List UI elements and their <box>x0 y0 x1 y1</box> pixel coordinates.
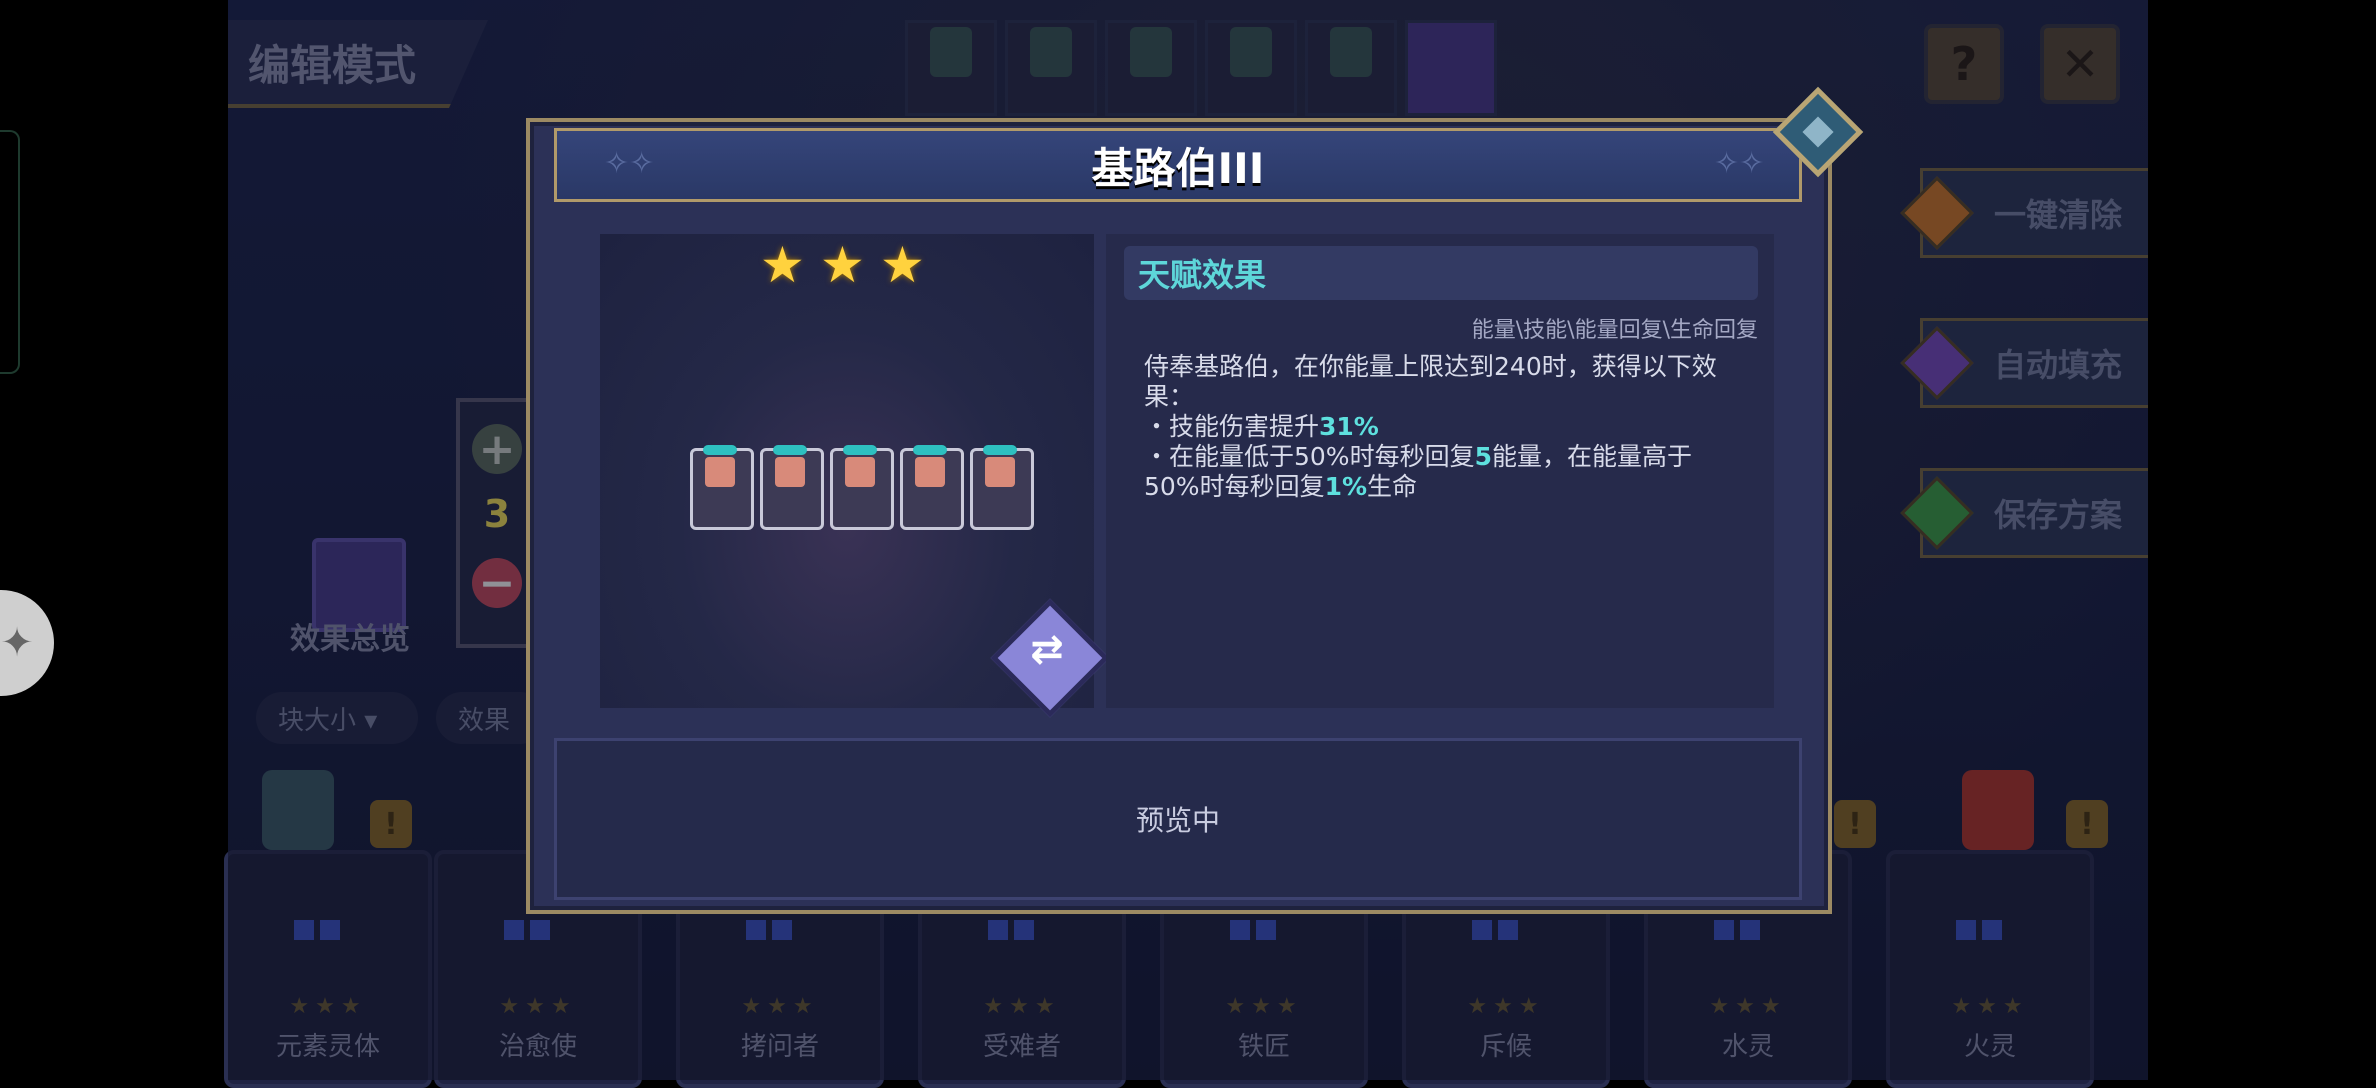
hero-portrait <box>690 445 754 530</box>
modal-title: 基路伯III <box>1091 143 1265 193</box>
bullet-text: ・技能伤害提升 <box>1144 412 1320 441</box>
bullet-value: 1% <box>1324 472 1368 501</box>
desc-bullet-1: ・技能伤害提升31% <box>1144 412 1744 442</box>
puzzle-icon: ✦ <box>0 620 34 666</box>
bullet-value: 5 <box>1474 442 1492 471</box>
hero-portrait <box>900 445 964 530</box>
swap-arrows-icon: ⇄ <box>1030 626 1064 673</box>
talent-description: 侍奉基路伯，在你能量上限达到240时，获得以下效果： ・技能伤害提升31% ・在… <box>1144 352 1744 502</box>
talent-tags: 能量\技能\能量回复\生命回复 <box>1471 318 1758 343</box>
hero-portrait <box>760 445 824 530</box>
bullet-text: 生命 <box>1367 472 1418 501</box>
hero-row <box>690 445 1034 530</box>
star-icon: ★ <box>820 236 865 294</box>
star-icon: ★ <box>760 236 805 294</box>
bullet-value: 31% <box>1319 412 1379 441</box>
desc-bullet-2: ・在能量低于50%时每秒回复5能量，在能量高于50%时每秒回复1%生命 <box>1144 442 1744 502</box>
bullet-text: ・在能量低于50%时每秒回复 <box>1144 442 1475 471</box>
desc-line: 侍奉基路伯，在你能量上限达到240时，获得以下效果： <box>1144 352 1717 411</box>
star-rating: ★ ★ ★ <box>760 240 930 290</box>
ornament-right-icon: ✧✧ <box>1714 146 1765 181</box>
preview-status: 预览中 <box>554 738 1802 900</box>
left-edge-handle <box>0 130 20 374</box>
hero-portrait <box>970 445 1034 530</box>
floating-assist-button[interactable]: ✦ <box>0 590 54 696</box>
ornament-left-icon: ✧✧ <box>604 146 655 181</box>
modal-header: 基路伯III <box>554 128 1802 202</box>
star-icon: ★ <box>880 236 925 294</box>
hero-portrait <box>830 445 894 530</box>
talent-header: 天赋效果 <box>1124 246 1758 300</box>
